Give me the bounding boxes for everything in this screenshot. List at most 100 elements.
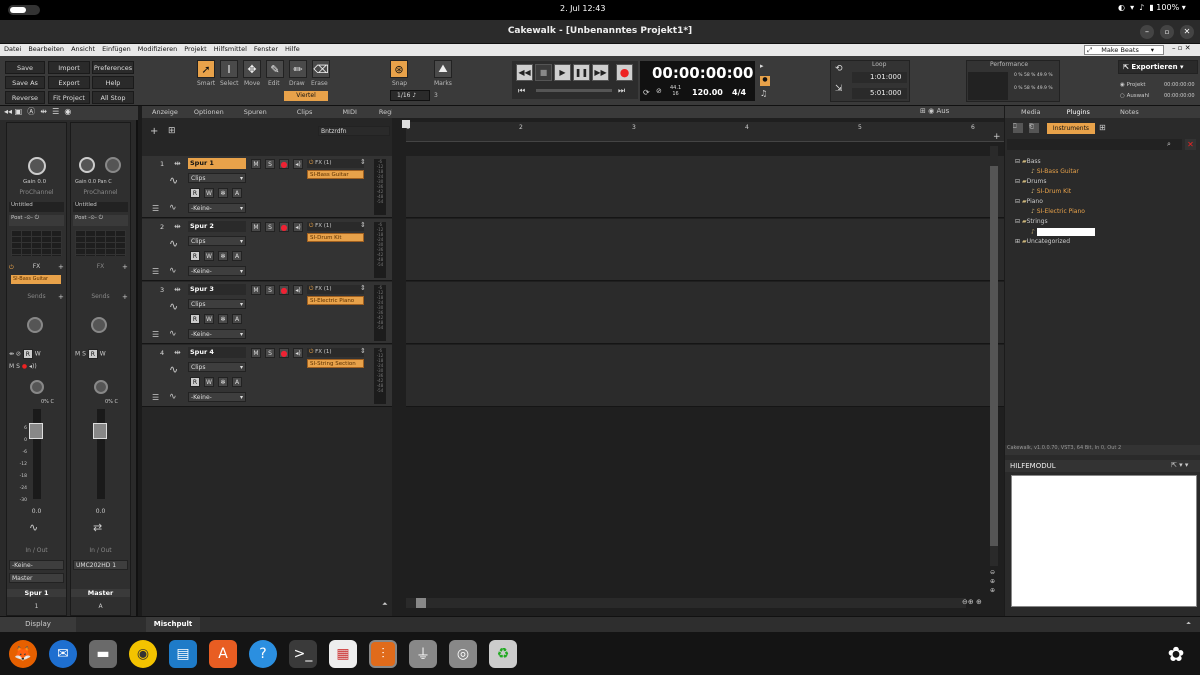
workspace-select[interactable]: ⤢ Make Beats ▾ <box>1084 45 1164 55</box>
snap-value-select[interactable]: Viertel <box>284 91 328 101</box>
select-tool-button[interactable]: I <box>220 60 238 78</box>
now-time[interactable]: 00:00:00:00 <box>652 64 754 82</box>
master-pan-knob-2[interactable] <box>94 380 108 394</box>
import-button[interactable]: Import <box>48 61 90 74</box>
freeze-button[interactable]: ✻ <box>218 377 228 387</box>
marks-value[interactable]: 3 <box>434 92 438 99</box>
edit-tool-button[interactable]: ✎ <box>266 60 284 78</box>
meter[interactable]: 4/4 <box>732 88 746 97</box>
clear-search-icon[interactable]: ✕ <box>1185 139 1196 150</box>
input-select[interactable]: -Keine- ▾ <box>188 392 246 402</box>
solo-button[interactable]: S <box>265 285 275 295</box>
add-fx-icon[interactable]: + <box>58 263 64 271</box>
menu-midi[interactable]: MIDI <box>342 108 356 116</box>
track-row[interactable]: 3 ⇹ Spur 3 M S ● ◂) ∿ Clips ▾ R W ✻ A ☰ ∿… <box>142 282 392 344</box>
output-select[interactable]: Master <box>9 573 64 583</box>
track-name-field[interactable]: Spur 2 <box>188 221 246 232</box>
fx-arrow-icon[interactable]: ⇕ <box>360 158 366 166</box>
export-selection-radio[interactable]: ○ Auswahl <box>1120 93 1150 99</box>
master-post-toggle[interactable]: Post -⊙- ⏻ <box>73 215 128 226</box>
reverse-button[interactable]: Reverse <box>5 91 45 104</box>
rename-field[interactable] <box>1036 228 1095 236</box>
read-automation-button[interactable]: R <box>190 188 200 198</box>
writer-icon[interactable]: ▤ <box>169 640 197 668</box>
track-name-field[interactable]: Spur 4 <box>188 347 246 358</box>
erase-tool-button[interactable]: ⌫ <box>312 60 330 78</box>
help-icon[interactable]: ? <box>249 640 277 668</box>
plugin-search-input[interactable] <box>1007 139 1182 150</box>
tree-folder[interactable]: ⊟ ▰Strings <box>1015 218 1048 225</box>
clock[interactable]: 2. Jul 12:43 <box>560 4 605 13</box>
fx-arrow-icon[interactable]: ⇕ <box>360 284 366 292</box>
menu-einfuegen[interactable]: Einfügen <box>102 45 131 53</box>
fx-bin[interactable]: ⏻ FX (1) <box>307 285 364 294</box>
grid-icon[interactable]: ⊞ <box>1099 123 1106 132</box>
loop-start[interactable]: 1:01:000 <box>852 72 907 83</box>
read-automation-button[interactable]: R <box>190 377 200 387</box>
horizontal-scrollbar[interactable] <box>406 598 966 608</box>
input-select[interactable]: -Keine- ▾ <box>188 266 246 276</box>
tree-plugin-item[interactable]: ♪ SI-Drum Kit <box>1031 188 1071 195</box>
master-strip-name[interactable]: Master <box>71 589 130 597</box>
app-center-icon[interactable]: A <box>209 640 237 668</box>
move-tool-button[interactable]: ✥ <box>243 60 261 78</box>
tree-plugin-item[interactable]: ♪ <box>1031 228 1095 236</box>
go-to-end-icon[interactable]: ⏭ <box>618 86 625 96</box>
horizontal-zoom-icons[interactable]: ⊖⊕ ⊕ <box>962 598 982 606</box>
mute-button[interactable]: M <box>251 348 261 358</box>
export-project-radio[interactable]: ◉ Projekt <box>1120 82 1146 88</box>
fx-arrow-icon[interactable]: ⇕ <box>360 347 366 355</box>
track-filter-select[interactable]: Bntzrdfn <box>318 126 390 136</box>
lanes-icon[interactable]: ☰ <box>152 204 159 213</box>
master-volume-fader[interactable] <box>93 423 107 439</box>
clips-select[interactable]: Clips ▾ <box>188 236 246 246</box>
go-to-start-icon[interactable]: ⏮ <box>518 86 525 96</box>
fx-plugin-slot[interactable]: SI-String Section <box>307 359 364 368</box>
freeze-button[interactable]: ✻ <box>218 251 228 261</box>
metronome-icon[interactable]: ♫ <box>760 89 770 99</box>
lanes-icon[interactable]: ☰ <box>152 267 159 276</box>
send-knob[interactable] <box>27 317 43 333</box>
clips-select[interactable]: Clips ▾ <box>188 299 246 309</box>
automation-icon[interactable]: ∿ <box>169 329 177 339</box>
input-select[interactable]: -Keine- <box>9 560 64 570</box>
menu-datei[interactable]: Datei <box>4 45 21 53</box>
track-name-field[interactable]: Spur 3 <box>188 284 246 295</box>
fit-project-button[interactable]: Fit Project <box>48 91 90 104</box>
plugin-type-icon-2[interactable]: ⎗ <box>1029 123 1039 133</box>
vertical-zoom-icons[interactable]: ⊖ ⊕ ⊕ <box>990 568 995 595</box>
input-echo-button[interactable]: ◂) <box>293 159 303 169</box>
strip-name[interactable]: Spur 1 <box>7 589 66 597</box>
master-volume-value[interactable]: 0.0 <box>71 508 130 515</box>
plugin-type-icon[interactable]: ⎕ <box>1013 123 1023 133</box>
files-icon[interactable]: ▬ <box>89 640 117 668</box>
post-toggle[interactable]: Post -⊙- ⏻ <box>9 215 64 226</box>
instruments-filter[interactable]: Instruments <box>1047 123 1095 134</box>
snap-toggle-button[interactable]: ⊛ <box>390 60 408 78</box>
archive-button[interactable]: A <box>232 251 242 261</box>
forward-button[interactable]: ▶▶ <box>592 64 609 81</box>
menu-projekt[interactable]: Projekt <box>184 45 206 53</box>
add-track-icon[interactable]: + <box>150 126 158 137</box>
menu-clips[interactable]: Clips <box>297 108 313 116</box>
add-marker-icon[interactable]: + <box>993 132 1001 142</box>
play-button[interactable]: ▶ <box>554 64 571 81</box>
master-send-knob[interactable] <box>91 317 107 333</box>
fx-plugin-slot[interactable]: SI-Bass Guitar <box>307 170 364 179</box>
master-add-send-icon[interactable]: + <box>122 293 128 301</box>
vertical-scrollbar[interactable] <box>990 146 998 566</box>
firefox-icon[interactable]: 🦊 <box>9 640 37 668</box>
marks-button[interactable]: ⛰ <box>434 60 452 78</box>
mute-button[interactable]: M <box>251 222 261 232</box>
fx-bin[interactable]: ⏻ FX (1) <box>307 159 364 168</box>
fx-bin[interactable]: ⏻ FX (1) <box>307 348 364 357</box>
master-output-select[interactable]: UMC202HD 1 <box>73 560 128 570</box>
export-module-button[interactable]: ⇱ Exportieren ▾ <box>1118 60 1198 74</box>
read-automation-button[interactable]: R <box>190 314 200 324</box>
lanes-icon[interactable]: ☰ <box>152 393 159 402</box>
master-strip-buttons[interactable]: M S R W <box>75 349 106 359</box>
solo-button[interactable]: S <box>265 222 275 232</box>
track-row[interactable]: 1 ⇹ Spur 1 M S ● ◂) ∿ Clips ▾ R W ✻ A ☰ ∿… <box>142 156 392 218</box>
export-button[interactable]: Export <box>48 76 90 89</box>
draw-tool-button[interactable]: ✏ <box>289 60 307 78</box>
